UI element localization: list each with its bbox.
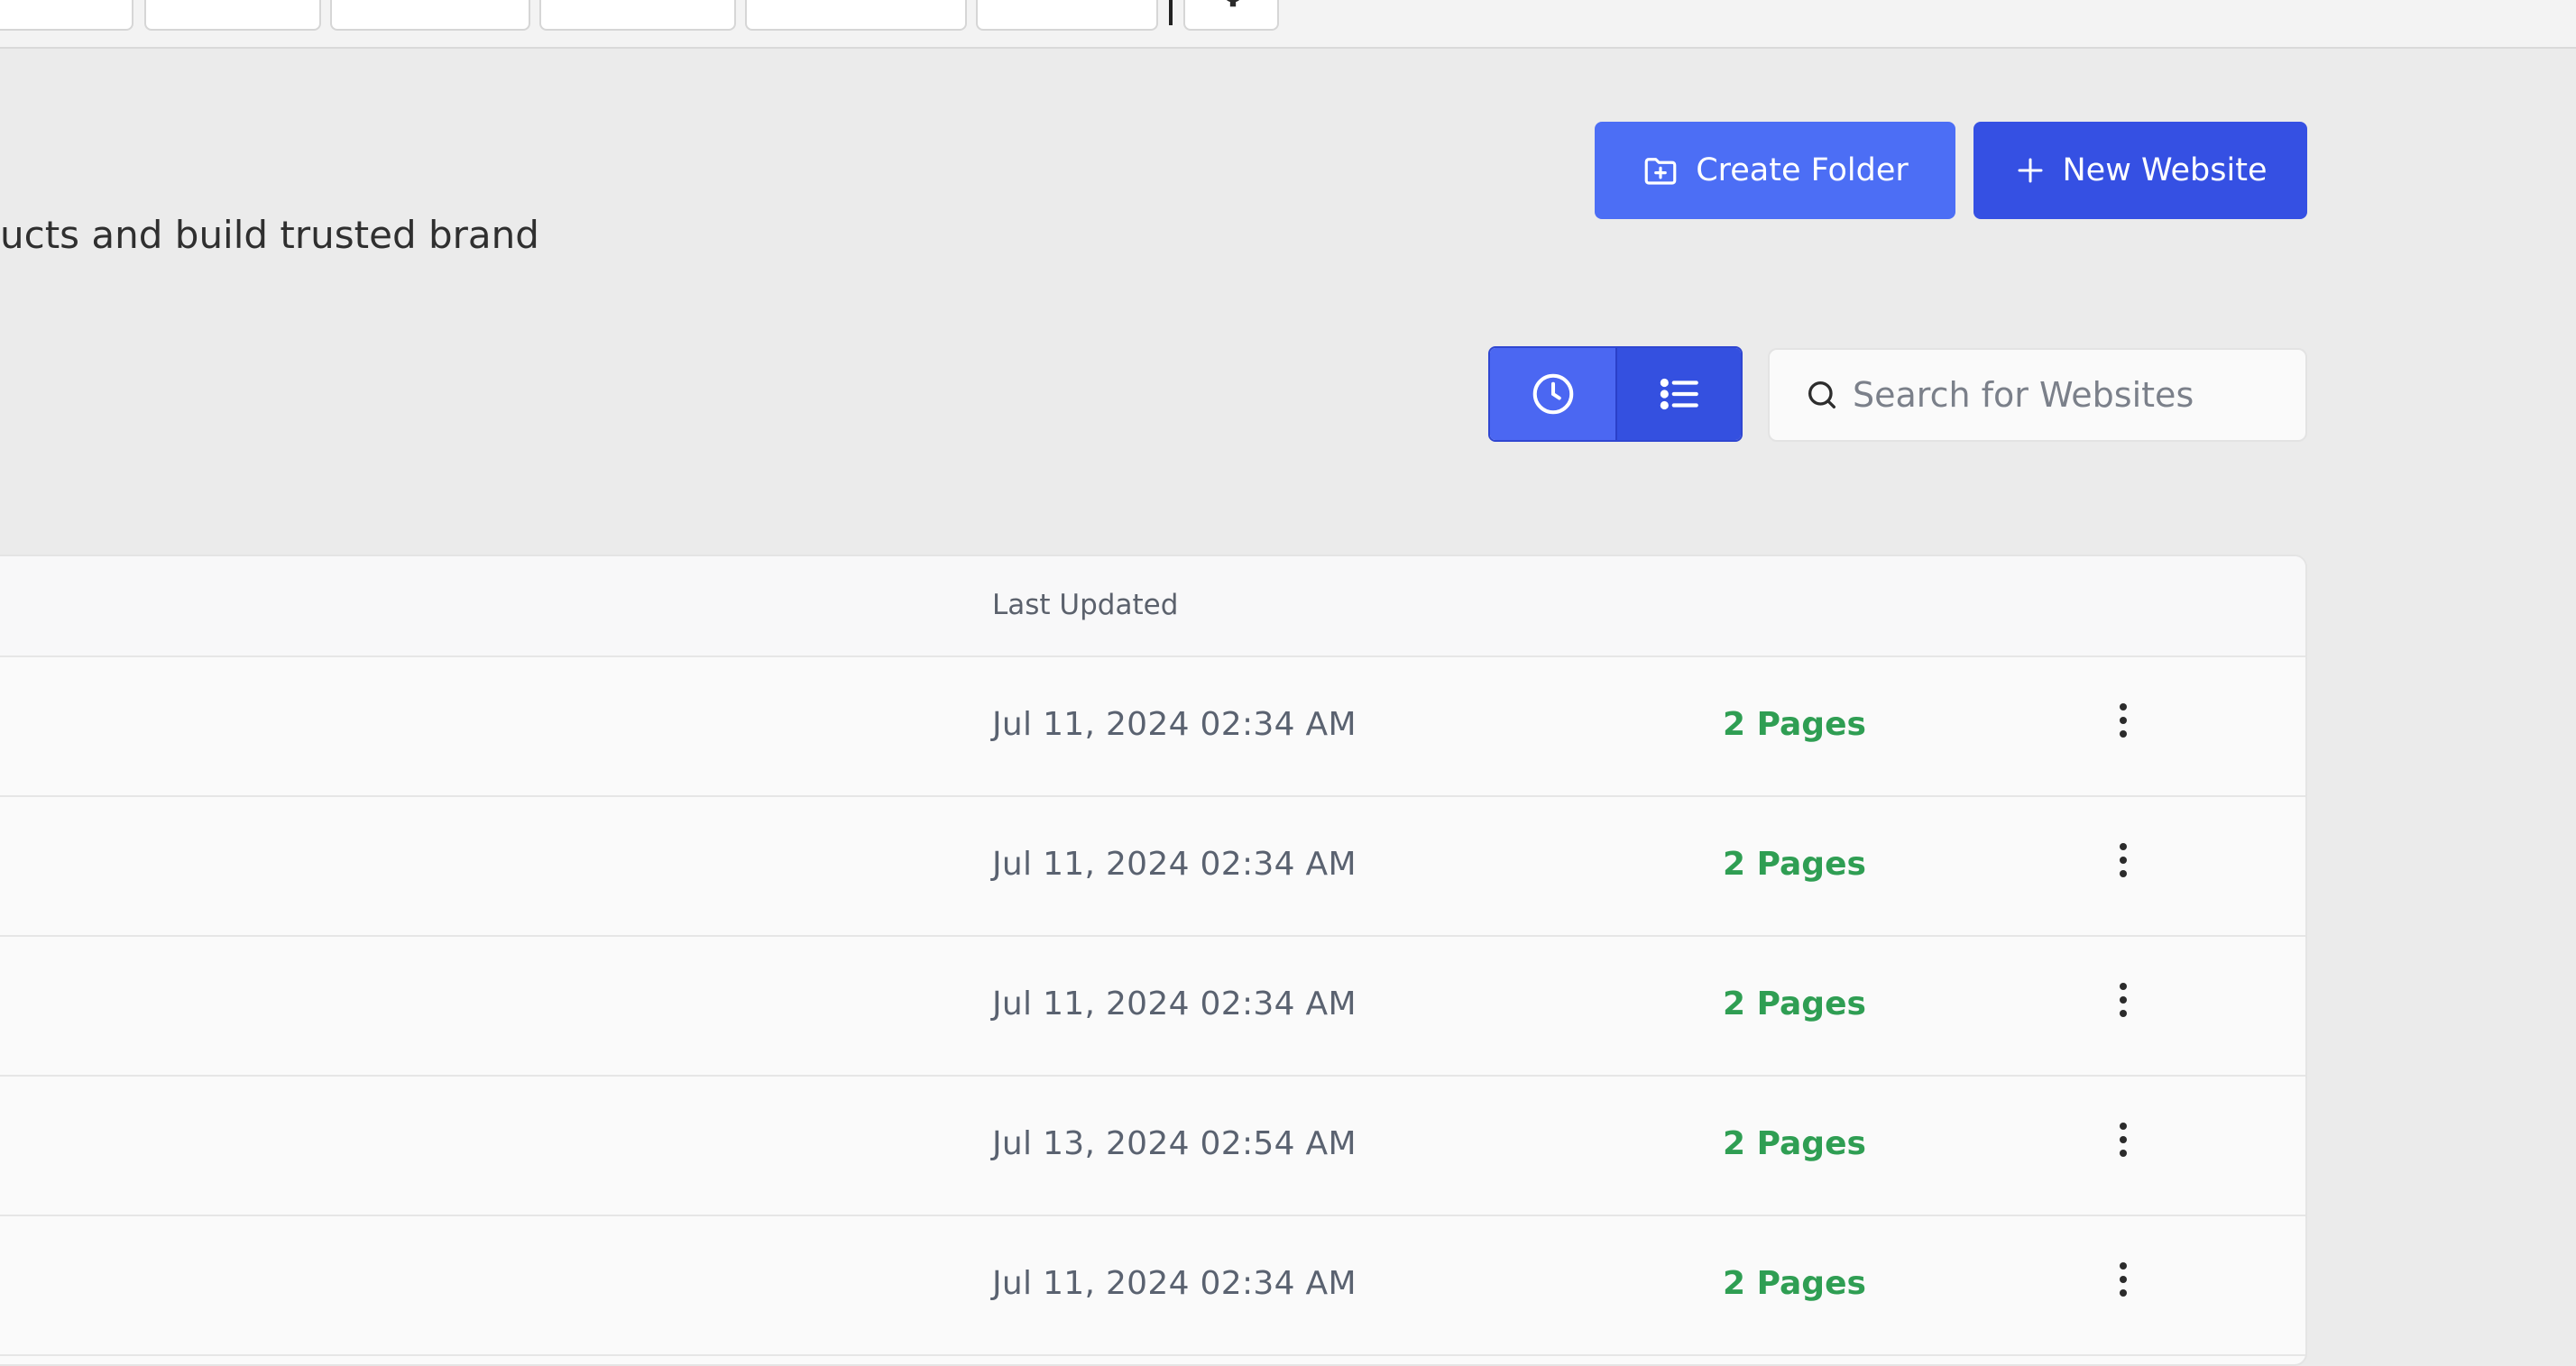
table-header: Last Updated	[0, 556, 2305, 657]
last-updated-cell: Jul 11, 2024 02:34 AM	[992, 986, 1357, 1022]
last-updated-cell: Jul 13, 2024 02:54 AM	[992, 1125, 1357, 1162]
pages-count-cell[interactable]: 2 Pages	[1723, 1265, 1866, 1302]
last-updated-cell: Jul 11, 2024 02:34 AM	[992, 1265, 1357, 1302]
table-row[interactable]: Jul 11, 2024 02:34 AM 2 Pages	[0, 1216, 2305, 1356]
pages-count-cell[interactable]: 2 Pages	[1723, 846, 1866, 883]
search-icon	[1808, 381, 1835, 408]
column-header-last-updated: Last Updated	[992, 589, 1179, 621]
pages-count-cell[interactable]: 2 Pages	[1723, 986, 1866, 1022]
toolbar-tab[interactable]	[330, 0, 530, 31]
search-box[interactable]	[1768, 348, 2307, 442]
more-vertical-icon[interactable]	[2103, 973, 2143, 1027]
toolbar-tab[interactable]	[745, 0, 967, 31]
table-row[interactable]: Jul 11, 2024 02:34 AM 2 Pages	[0, 797, 2305, 937]
more-vertical-icon[interactable]	[2103, 693, 2143, 747]
new-website-label: New Website	[2062, 152, 2268, 188]
list-view-button[interactable]	[1615, 348, 1741, 440]
toolbar-tab[interactable]	[539, 0, 736, 31]
toolbar-tab[interactable]	[976, 0, 1158, 31]
recent-view-button[interactable]	[1490, 348, 1615, 440]
create-folder-button[interactable]: Create Folder	[1595, 122, 1955, 219]
view-toggle	[1488, 346, 1743, 442]
create-folder-label: Create Folder	[1696, 152, 1909, 188]
table-row[interactable]: Jul 13, 2024 02:54 AM 2 Pages	[0, 1077, 2305, 1216]
gear-icon	[1226, 0, 1240, 7]
clock-icon	[1532, 373, 1573, 415]
last-updated-cell: Jul 11, 2024 02:34 AM	[992, 846, 1357, 883]
pages-count-cell[interactable]: 2 Pages	[1723, 1125, 1866, 1162]
more-vertical-icon[interactable]	[2103, 1252, 2143, 1306]
search-input[interactable]	[1853, 375, 2286, 415]
page-subtitle: ucts and build trusted brand	[0, 213, 539, 257]
settings-button[interactable]	[1183, 0, 1279, 31]
list-icon	[1660, 378, 1698, 410]
toolbar-divider	[1169, 0, 1173, 25]
table-row[interactable]: Jul 11, 2024 02:34 AM 2 Pages	[0, 657, 2305, 797]
more-vertical-icon[interactable]	[2103, 1113, 2143, 1167]
plus-icon	[2018, 158, 2042, 183]
new-website-button[interactable]: New Website	[1973, 122, 2307, 219]
last-updated-cell: Jul 11, 2024 02:34 AM	[992, 706, 1357, 743]
top-toolbar	[0, 0, 2576, 49]
folder-plus-icon	[1644, 158, 1677, 185]
toolbar-tab[interactable]	[144, 0, 321, 31]
table-row[interactable]: Jul 11, 2024 02:34 AM 2 Pages	[0, 937, 2305, 1077]
websites-table: Last Updated Jul 11, 2024 02:34 AM 2 Pag…	[0, 555, 2307, 1366]
toolbar-tab[interactable]	[0, 0, 133, 31]
pages-count-cell[interactable]: 2 Pages	[1723, 706, 1866, 743]
more-vertical-icon[interactable]	[2103, 833, 2143, 887]
